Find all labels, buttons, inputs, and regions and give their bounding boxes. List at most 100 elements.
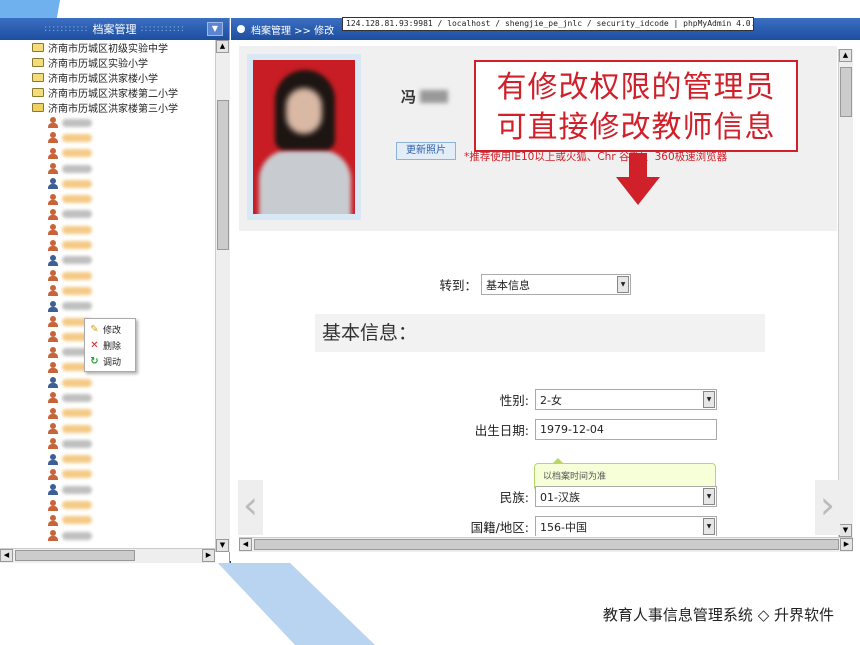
nationality-select[interactable]: 156-中国 ▼ <box>535 516 717 536</box>
tree-folder[interactable]: 济南市历城区实验小学 <box>0 55 215 70</box>
tree-teacher-item[interactable] <box>0 191 215 206</box>
tree-teacher-item[interactable] <box>0 176 215 191</box>
tree-teacher-item[interactable] <box>0 130 215 145</box>
annotation-line: 可直接修改教师信息 <box>496 110 776 145</box>
tree-teacher-item[interactable] <box>0 146 215 161</box>
redacted-name <box>62 439 92 448</box>
scroll-thumb[interactable] <box>15 550 135 561</box>
tree-teacher-item[interactable] <box>0 406 215 421</box>
tree-teacher-item[interactable] <box>0 161 215 176</box>
scroll-thumb[interactable] <box>217 100 229 250</box>
tree-folder[interactable]: 济南市历城区洪家楼第三小学 <box>0 100 215 115</box>
person-icon <box>48 468 58 480</box>
goto-select[interactable]: 基本信息 ▼ <box>481 274 631 295</box>
redacted-name <box>62 501 92 510</box>
tree-teacher-item[interactable] <box>0 421 215 436</box>
scroll-up-arrow-icon[interactable]: ▲ <box>839 49 852 62</box>
person-icon <box>48 316 58 327</box>
down-arrow-icon <box>616 153 660 205</box>
folder-label: 济南市历城区洪家楼第二小学 <box>48 89 178 100</box>
person-icon <box>48 346 58 358</box>
person-icon <box>48 254 58 266</box>
menu-item-label: 修改 <box>103 325 122 336</box>
left-horizontal-scrollbar[interactable]: ◀ ▶ <box>0 548 215 563</box>
redacted-name <box>62 302 92 311</box>
nationality-label: 国籍/地区: <box>470 520 529 535</box>
birthdate-field[interactable]: 1979-12-04 <box>535 419 717 440</box>
scroll-down-arrow-icon[interactable]: ▼ <box>216 539 229 552</box>
tree-folder[interactable]: 济南市历城区洪家楼第二小学 <box>0 85 215 100</box>
decorative-stripe <box>215 560 375 645</box>
redacted-name <box>62 118 92 127</box>
redacted-name <box>62 241 92 250</box>
tree-teacher-item[interactable] <box>0 253 215 268</box>
redacted-name <box>62 210 92 219</box>
tree-teacher-item[interactable] <box>0 390 215 405</box>
redacted-name <box>62 256 92 265</box>
person-icon <box>48 407 58 419</box>
tree-teacher-item[interactable] <box>0 207 215 222</box>
gender-select[interactable]: 2-女 ▼ <box>535 389 717 410</box>
tree-teacher-item[interactable] <box>0 497 215 512</box>
person-icon <box>48 239 58 251</box>
delete-icon: ✕ <box>90 339 99 351</box>
context-menu-edit[interactable]: ✎ 修改 <box>85 321 135 337</box>
left-panel-title: 档案管理 <box>92 23 137 36</box>
update-photo-button[interactable]: 更新照片 <box>396 142 456 160</box>
transfer-icon: ↻ <box>90 355 99 367</box>
right-horizontal-scrollbar[interactable]: ◀ ▶ <box>239 537 853 552</box>
collapse-button[interactable]: ▼ <box>207 22 223 36</box>
scroll-left-arrow-icon[interactable]: ◀ <box>0 549 13 562</box>
context-menu-delete[interactable]: ✕ 删除 <box>85 337 135 353</box>
tree-teacher-item[interactable] <box>0 436 215 451</box>
next-arrow-icon[interactable]: › <box>815 480 840 535</box>
context-menu-transfer[interactable]: ↻ 调动 <box>85 353 135 369</box>
chevron-down-icon: ▼ <box>703 488 715 505</box>
person-icon <box>48 270 58 282</box>
folder-open-icon <box>32 103 44 112</box>
person-icon <box>48 300 58 312</box>
redacted-name <box>62 179 92 188</box>
tree-teacher-item[interactable] <box>0 513 215 528</box>
folder-label: 济南市历城区实验小学 <box>48 59 148 70</box>
scroll-thumb[interactable] <box>840 67 852 117</box>
tree-teacher-item[interactable] <box>0 115 215 130</box>
scroll-right-arrow-icon[interactable]: ▶ <box>840 538 853 551</box>
redacted-name <box>62 286 92 295</box>
teacher-photo <box>247 54 361 220</box>
tree-teacher-item[interactable] <box>0 375 215 390</box>
redacted-name <box>62 485 92 494</box>
ethnicity-select[interactable]: 01-汉族 ▼ <box>535 486 717 507</box>
tree-teacher-item[interactable] <box>0 299 215 314</box>
person-icon <box>48 163 58 175</box>
goto-row: 转到： 基本信息 ▼ <box>429 274 631 295</box>
tree-teacher-item[interactable] <box>0 237 215 252</box>
tree-teacher-item[interactable] <box>0 222 215 237</box>
tree-teacher-item[interactable] <box>0 528 215 543</box>
tree-teacher-item[interactable] <box>0 482 215 497</box>
redacted-name <box>62 271 92 280</box>
tree-teacher-item[interactable] <box>0 452 215 467</box>
redacted-name <box>62 149 92 158</box>
scroll-left-arrow-icon[interactable]: ◀ <box>239 538 252 551</box>
left-vertical-scrollbar[interactable]: ▲ ▼ <box>215 40 230 552</box>
scroll-up-arrow-icon[interactable]: ▲ <box>216 40 229 53</box>
tree-folder[interactable]: 济南市历城区初级实验中学 <box>0 40 215 55</box>
person-icon <box>48 361 58 373</box>
person-icon <box>48 484 58 496</box>
tree-teacher-item[interactable] <box>0 283 215 298</box>
right-vertical-scrollbar[interactable]: ▲ ▼ <box>838 49 853 537</box>
person-icon <box>48 132 58 144</box>
tree-teacher-item[interactable] <box>0 268 215 283</box>
person-icon <box>48 193 58 205</box>
prev-arrow-icon[interactable]: ‹ <box>238 480 263 535</box>
scroll-down-arrow-icon[interactable]: ▼ <box>839 524 852 537</box>
tree-folder[interactable]: 济南市历城区洪家楼小学 <box>0 70 215 85</box>
scroll-right-arrow-icon[interactable]: ▶ <box>202 549 215 562</box>
tree-teacher-item[interactable] <box>0 467 215 482</box>
redacted-name <box>62 195 92 204</box>
redacted-name <box>62 393 92 402</box>
scroll-thumb[interactable] <box>254 539 839 550</box>
url-bar: 124.128.81.93:9981 / localhost / shengji… <box>342 17 754 31</box>
person-icon <box>48 147 58 159</box>
